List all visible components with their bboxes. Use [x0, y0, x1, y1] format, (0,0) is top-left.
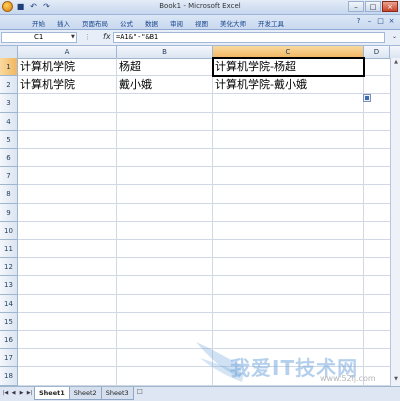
- row-header-7[interactable]: 7: [0, 167, 18, 185]
- row-gridline: [18, 294, 390, 295]
- watermark: 我爱IT技术网 www.52ij.com: [190, 338, 400, 386]
- insert-function-icon[interactable]: fx: [103, 32, 111, 41]
- row-gridline: [18, 184, 390, 185]
- vertical-scrollbar[interactable]: ▲ ▼: [390, 58, 400, 386]
- tab-view[interactable]: 视图: [189, 17, 214, 29]
- workbook-close-button[interactable]: ×: [387, 17, 396, 25]
- row-header-4[interactable]: 4: [0, 113, 18, 131]
- sheet-tab-sheet2[interactable]: Sheet2: [68, 387, 102, 400]
- cell-b1[interactable]: 杨超: [117, 58, 213, 76]
- row-header-13[interactable]: 13: [0, 276, 18, 295]
- row-header-11[interactable]: 11: [0, 240, 18, 258]
- watermark-url: www.52ij.com: [320, 374, 376, 383]
- ribbon-tabs-bar: 开始 插入 页面布局 公式 数据 审阅 视图 美化大师 开发工具 ? – □ ×: [0, 15, 400, 30]
- sheet-tab-sheet1[interactable]: Sheet1: [34, 387, 70, 400]
- insert-sheet-icon[interactable]: ☐: [133, 387, 147, 400]
- row-gridline: [18, 203, 390, 204]
- formula-bar-resize-handle[interactable]: ⋮: [84, 33, 91, 41]
- column-header-d[interactable]: D: [364, 46, 390, 58]
- tab-developer[interactable]: 开发工具: [252, 17, 290, 29]
- row-header-2[interactable]: 2: [0, 76, 18, 94]
- tab-review[interactable]: 审阅: [164, 17, 189, 29]
- ribbon-window-controls: ? – □ ×: [354, 17, 396, 25]
- tab-beautify[interactable]: 美化大师: [214, 17, 252, 29]
- row-gridline: [18, 221, 390, 222]
- column-gridline: [212, 58, 213, 386]
- select-all-corner[interactable]: [0, 46, 18, 58]
- row-header-10[interactable]: 10: [0, 222, 18, 240]
- tab-page-layout[interactable]: 页面布局: [76, 17, 114, 29]
- next-sheet-icon[interactable]: ▶: [18, 390, 25, 396]
- last-sheet-icon[interactable]: ▶|: [26, 390, 33, 396]
- tab-insert[interactable]: 插入: [51, 17, 76, 29]
- sheet-tabs: Sheet1 Sheet2 Sheet3 ☐: [34, 387, 147, 400]
- sheet-tab-bar: |◀ ◀ ▶ ▶| Sheet1 Sheet2 Sheet3 ☐: [0, 386, 400, 401]
- row-header-12[interactable]: 12: [0, 258, 18, 276]
- minimize-button[interactable]: –: [348, 1, 364, 12]
- formula-bar: C1 ▼ ⋮ fx =A1&"-"&B1 ⌄: [0, 30, 400, 46]
- sheet-tab-sheet3[interactable]: Sheet3: [100, 387, 134, 400]
- name-box[interactable]: C1: [1, 32, 77, 43]
- row-gridline: [18, 166, 390, 167]
- expand-formula-bar-icon[interactable]: ⌄: [392, 33, 397, 40]
- column-header-a[interactable]: A: [18, 46, 117, 58]
- cell-b2[interactable]: 戴小娥: [117, 76, 213, 94]
- workbook-restore-button[interactable]: □: [376, 17, 385, 25]
- window-title: Book1 - Microsoft Excel: [159, 2, 241, 10]
- cell-a2[interactable]: 计算机学院: [18, 76, 117, 94]
- cell-a1[interactable]: 计算机学院: [18, 58, 117, 76]
- auto-fill-options-icon[interactable]: [363, 94, 371, 102]
- row-header-9[interactable]: 9: [0, 204, 18, 222]
- workbook-minimize-button[interactable]: –: [365, 17, 374, 25]
- close-button[interactable]: ×: [382, 1, 398, 12]
- prev-sheet-icon[interactable]: ◀: [10, 390, 17, 396]
- cell-c2[interactable]: 计算机学院-戴小娥: [213, 76, 364, 94]
- tab-formulas[interactable]: 公式: [114, 17, 139, 29]
- column-header-b[interactable]: B: [117, 46, 213, 58]
- row-header-15[interactable]: 15: [0, 313, 18, 331]
- tab-data[interactable]: 数据: [139, 17, 164, 29]
- row-header-3[interactable]: 3: [0, 94, 18, 113]
- formula-input[interactable]: =A1&"-"&B1: [113, 32, 385, 43]
- help-icon[interactable]: ?: [354, 17, 363, 25]
- chevron-down-icon[interactable]: ▼: [71, 34, 75, 40]
- row-header-14[interactable]: 14: [0, 295, 18, 313]
- row-header-8[interactable]: 8: [0, 185, 18, 204]
- first-sheet-icon[interactable]: |◀: [2, 390, 9, 396]
- scroll-up-icon[interactable]: ▲: [392, 59, 400, 68]
- row-gridline: [18, 148, 390, 149]
- title-bar: ■ ↶ ↷ Book1 - Microsoft Excel – □ ×: [0, 0, 400, 15]
- row-header-17[interactable]: 17: [0, 349, 18, 367]
- row-gridline: [18, 257, 390, 258]
- column-gridline: [363, 58, 364, 386]
- row-gridline: [18, 239, 390, 240]
- row-header-1[interactable]: 1: [0, 58, 18, 76]
- ribbon-tabs: 开始 插入 页面布局 公式 数据 审阅 视图 美化大师 开发工具: [26, 17, 290, 29]
- row-gridline: [18, 112, 390, 113]
- row-header-18[interactable]: 18: [0, 367, 18, 386]
- row-gridline: [18, 312, 390, 313]
- tab-home[interactable]: 开始: [26, 17, 51, 29]
- row-header-5[interactable]: 5: [0, 131, 18, 149]
- active-cell-outline: [212, 57, 365, 77]
- row-gridline: [18, 275, 390, 276]
- row-gridline: [18, 330, 390, 331]
- column-gridline: [116, 58, 117, 386]
- maximize-button[interactable]: □: [365, 1, 381, 12]
- row-gridline: [18, 130, 390, 131]
- window-controls: – □ ×: [348, 1, 398, 12]
- sheet-navigation: |◀ ◀ ▶ ▶|: [2, 390, 33, 396]
- row-header-16[interactable]: 16: [0, 331, 18, 349]
- row-header-6[interactable]: 6: [0, 149, 18, 167]
